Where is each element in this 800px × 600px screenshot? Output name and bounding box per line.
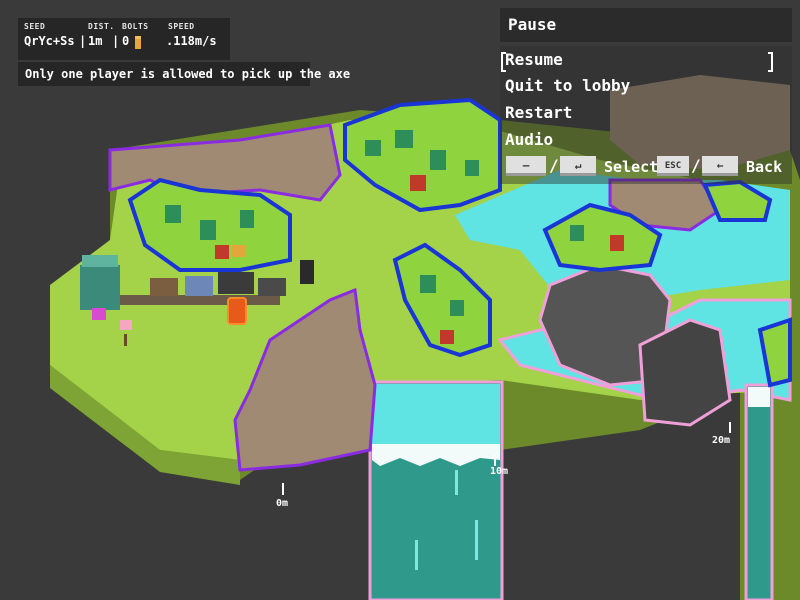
minus-key-icon: —: [506, 156, 546, 176]
seed-caption: SEED: [24, 22, 46, 31]
menu-item-resume[interactable]: Resume: [501, 50, 772, 72]
bolts-value: 0: [122, 34, 130, 48]
back-arrow-key-icon: ←: [702, 156, 738, 176]
wagon: [185, 276, 213, 296]
hud-stats-panel: SEED QrYc+Ss DIST. | 1m BOLTS | 0: [18, 18, 164, 60]
player-orange: [227, 297, 247, 325]
enter-key-icon: ↵: [560, 156, 596, 176]
distance-marker-0m: 0m: [276, 498, 289, 509]
esc-key-icon: ESC: [657, 156, 689, 176]
speed-caption: SPEED: [168, 22, 195, 31]
select-label: Select: [604, 158, 659, 176]
bolt-pickup: [232, 245, 246, 257]
back-label: Back: [746, 158, 783, 176]
waterfall-top: [372, 384, 500, 444]
pause-title: Pause: [500, 8, 792, 42]
axe-handle: [124, 334, 127, 346]
bolts-caption: BOLTS: [122, 22, 149, 31]
hud-speed-panel: SPEED .118m/s: [162, 18, 230, 60]
wagon: [150, 278, 178, 296]
speed-value: .118m/s: [166, 34, 217, 48]
separator: |: [79, 34, 87, 48]
railway-track: [120, 295, 280, 305]
menu-item-restart[interactable]: Restart: [505, 103, 572, 122]
notice-message: Only one player is allowed to pick up th…: [18, 62, 350, 86]
waterfall-foam: [748, 387, 770, 407]
distance-marker-10m: 10m: [490, 466, 509, 477]
locomotive: [218, 272, 254, 294]
bolt-icon: [135, 36, 141, 49]
player-dark: [300, 260, 314, 284]
pink-crate: [120, 320, 132, 330]
station-building: [80, 265, 120, 310]
key-separator: /: [691, 156, 701, 175]
key-separator: /: [549, 156, 559, 175]
dist-caption: DIST.: [88, 22, 115, 31]
water-streak: [475, 520, 478, 560]
water-streak: [455, 470, 458, 495]
separator: |: [112, 34, 120, 48]
water-streak: [415, 540, 418, 570]
menu-item-quit-to-lobby[interactable]: Quit to lobby: [505, 76, 630, 95]
menu-item-audio[interactable]: Audio: [505, 130, 553, 149]
pause-menu: Resume Quit to lobby Restart Audio — / ↵…: [500, 46, 792, 184]
waterfall-right: [744, 383, 774, 600]
dist-value: 1m: [88, 34, 103, 48]
player-small: [92, 308, 106, 320]
distance-marker-20m: 20m: [712, 435, 731, 446]
seed-value: QrYc+Ss: [24, 34, 75, 48]
